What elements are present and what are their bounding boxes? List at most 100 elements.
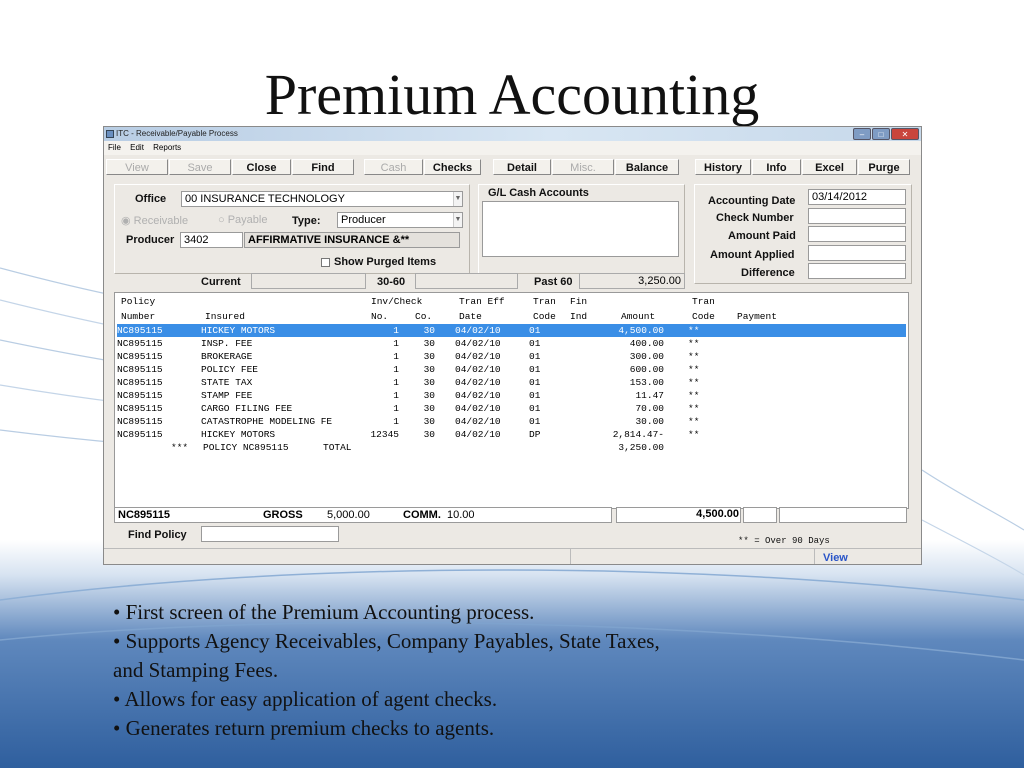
cell-co: 30 — [423, 429, 435, 440]
checks-button[interactable]: Checks — [424, 159, 481, 175]
producer-code-field[interactable]: 3402 — [180, 232, 243, 248]
cell-insured: STATE TAX — [201, 377, 253, 388]
cell-insured: HICKEY MOTORS — [201, 325, 276, 336]
legend-text: ** = Over 90 Days — [738, 536, 830, 546]
table-row[interactable]: NC895115 POLICY FEE 1 30 04/02/10 01 600.00 ** — [117, 363, 906, 376]
toolbar: View Save Close Find Cash Checks Detail … — [104, 157, 921, 177]
maximize-icon[interactable]: □ — [872, 128, 890, 140]
gl-accounts-list[interactable] — [482, 201, 679, 257]
cell-date: 04/02/10 — [455, 338, 501, 349]
cell-no: 1 — [393, 377, 399, 388]
office-select[interactable]: 00 INSURANCE TECHNOLOGY ▼ — [181, 191, 463, 207]
cell-policy: NC895115 — [117, 364, 163, 375]
window-title: ITC - Receivable/Payable Process — [116, 129, 238, 138]
accounting-date-label: Accounting Date — [708, 195, 796, 207]
past-60-label: Past 60 — [534, 276, 573, 288]
cell-date: 04/02/10 — [455, 325, 501, 336]
table-row[interactable]: NC895115 STATE TAX 1 30 04/02/10 01 153.00 ** — [117, 376, 906, 389]
history-button[interactable]: History — [695, 159, 751, 175]
save-button[interactable]: Save — [169, 159, 231, 175]
purge-button[interactable]: Purge — [858, 159, 910, 175]
table-row[interactable]: NC895115 STAMP FEE 1 30 04/02/10 01 11.47 ** — [117, 389, 906, 402]
gl-label: G/L Cash Accounts — [488, 187, 589, 199]
difference-label: Difference — [741, 267, 795, 279]
cell-amount: 300.00 — [629, 351, 664, 362]
table-row[interactable]: NC895115 BROKERAGE 1 30 04/02/10 01 300.00 ** — [117, 350, 906, 363]
col-tran-top: Tran — [533, 296, 556, 307]
bullet-1: • First screen of the Premium Accounting… — [113, 600, 535, 624]
cell-insured: CATASTROPHE MODELING FE — [201, 416, 333, 427]
cell-no: 1 — [393, 325, 399, 336]
past-60-field: 3,250.00 — [579, 273, 685, 289]
current-label: Current — [201, 276, 241, 288]
type-select[interactable]: Producer ▼ — [337, 212, 463, 228]
table-row[interactable]: NC895115 CATASTROPHE MODELING FE 1 30 04/02/… — [117, 415, 906, 428]
cell-code: DP — [529, 429, 541, 440]
cell-amount: 11.47 — [635, 390, 664, 401]
cell-tcode: ** — [688, 416, 700, 427]
menu-bar: File Edit Reports — [104, 141, 921, 155]
total-stars: *** — [171, 442, 189, 453]
table-row[interactable]: NC895115 HICKEY MOTORS 12345 30 04/02/10 DP 2,… — [117, 428, 906, 441]
col-no: No. — [371, 311, 389, 322]
cell-policy: NC895115 — [117, 403, 163, 414]
cell-amount: 30.00 — [635, 416, 664, 427]
amount-applied-label: Amount Applied — [710, 249, 795, 261]
find-button[interactable]: Find — [292, 159, 354, 175]
balance-button[interactable]: Balance — [615, 159, 679, 175]
cell-tcode: ** — [688, 325, 700, 336]
cell-co: 30 — [423, 364, 435, 375]
producer-name-field: AFFIRMATIVE INSURANCE &** — [244, 232, 460, 248]
cell-insured: STAMP FEE — [201, 390, 253, 401]
menu-edit[interactable]: Edit — [130, 143, 144, 152]
chevron-down-icon: ▼ — [453, 213, 462, 227]
misc-button[interactable]: Misc. — [552, 159, 614, 175]
cell-no: 1 — [393, 403, 399, 414]
menu-file[interactable]: File — [108, 143, 121, 152]
table-row[interactable]: NC895115 INSP. FEE 1 30 04/02/10 01 400.00 ** — [117, 337, 906, 350]
payable-radio[interactable]: ○ Payable — [218, 214, 267, 226]
bullet-4: • Generates return premium checks to age… — [113, 716, 495, 740]
col-number: Number — [121, 311, 156, 322]
menu-reports[interactable]: Reports — [153, 143, 181, 152]
close-window-icon[interactable]: ✕ — [891, 128, 919, 140]
minimize-icon[interactable]: – — [853, 128, 871, 140]
cell-no: 1 — [393, 338, 399, 349]
transactions-grid[interactable]: Policy Inv/Check Tran Eff Tran Fin Tran … — [114, 292, 909, 509]
col-trancode: Code — [692, 311, 715, 322]
summary-field-3 — [779, 507, 907, 523]
close-button[interactable]: Close — [232, 159, 291, 175]
amount-applied-field[interactable] — [808, 245, 906, 261]
cell-no: 1 — [393, 416, 399, 427]
cell-code: 01 — [529, 403, 541, 414]
cell-code: 01 — [529, 390, 541, 401]
receivable-radio[interactable]: ◉ Receivable — [121, 214, 188, 227]
cell-policy: NC895115 — [117, 429, 163, 440]
cell-policy: NC895115 — [117, 416, 163, 427]
find-policy-input[interactable] — [201, 526, 339, 542]
view-link[interactable]: View — [823, 552, 848, 564]
table-row[interactable]: NC895115 HICKEY MOTORS 1 30 04/02/10 01 4,500.… — [117, 324, 906, 337]
view-button[interactable]: View — [106, 159, 168, 175]
difference-field[interactable] — [808, 263, 906, 279]
excel-button[interactable]: Excel — [802, 159, 857, 175]
show-purged-checkbox[interactable] — [321, 258, 330, 267]
cell-co: 30 — [423, 338, 435, 349]
chevron-down-icon: ▼ — [453, 192, 462, 206]
check-number-field[interactable] — [808, 208, 906, 224]
cell-amount: 4,500.00 — [618, 325, 664, 336]
accounting-date-field[interactable]: 03/14/2012 — [808, 189, 906, 205]
cell-tcode: ** — [688, 429, 700, 440]
cell-co: 30 — [423, 416, 435, 427]
cash-button[interactable]: Cash — [364, 159, 423, 175]
table-row[interactable]: NC895115 CARGO FILING FEE 1 30 04/02/10 01 70.… — [117, 402, 906, 415]
receivable-label: Receivable — [133, 215, 189, 227]
amount-paid-field[interactable] — [808, 226, 906, 242]
cell-tcode: ** — [688, 377, 700, 388]
cell-date: 04/02/10 — [455, 403, 501, 414]
detail-button[interactable]: Detail — [493, 159, 551, 175]
window-titlebar[interactable]: ITC - Receivable/Payable Process – □ ✕ — [104, 127, 921, 141]
info-button[interactable]: Info — [752, 159, 801, 175]
cell-date: 04/02/10 — [455, 429, 501, 440]
cell-insured: CARGO FILING FEE — [201, 403, 293, 414]
